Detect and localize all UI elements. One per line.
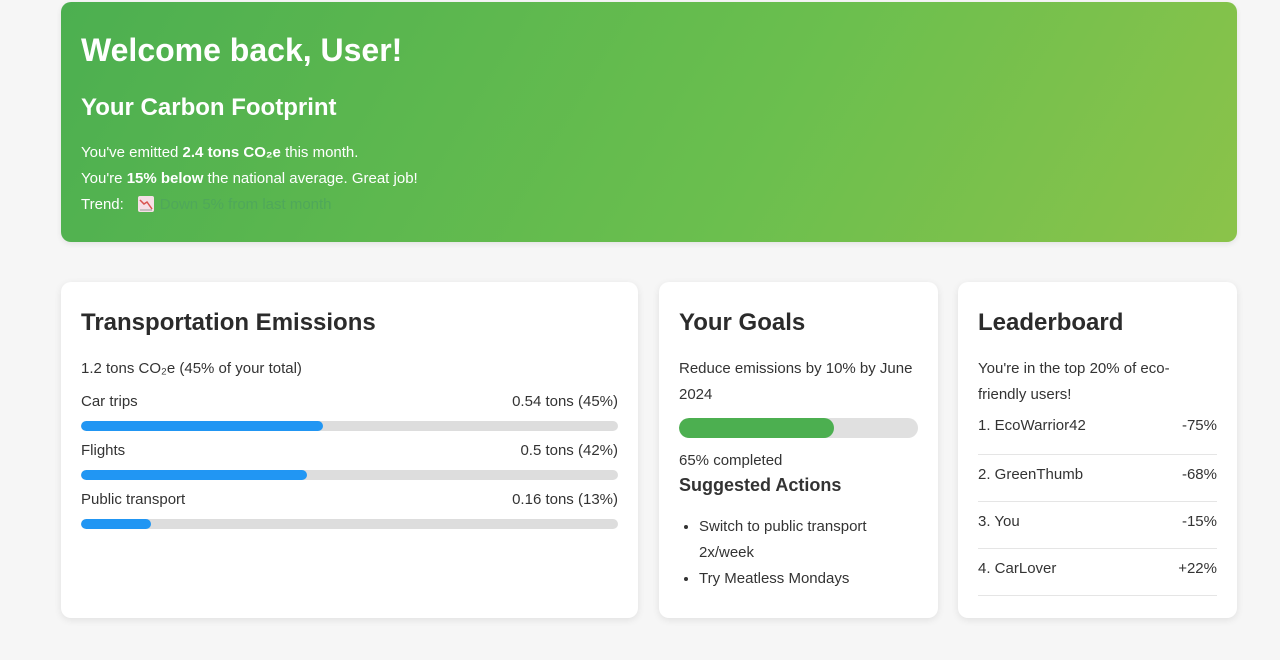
- goal-description: Reduce emissions by 10% by June 2024: [679, 360, 913, 403]
- goal-progress-bar: [679, 418, 918, 438]
- card-title: Transportation Emissions: [81, 309, 376, 336]
- leaderboard-row: 1. EcoWarrior42 -75%: [978, 408, 1217, 455]
- emission-row-flights: Flights 0.5 tons (42%): [81, 441, 618, 480]
- emission-label: Flights: [81, 442, 126, 459]
- average-line: You're 15% below the national average. G…: [81, 170, 418, 187]
- transport-total: 1.2 tons CO₂e (45% of your total): [81, 360, 302, 377]
- trend-line: Trend: Down 5% from last month: [81, 192, 1217, 218]
- transportation-emissions-card: Transportation Emissions 1.2 tons CO₂e (…: [61, 282, 638, 618]
- emission-bar: [81, 421, 618, 431]
- goal-completed-text: 65% completed: [679, 452, 783, 469]
- leaderboard-row: 4. CarLover +22%: [978, 549, 1217, 596]
- emission-value: 0.54 tons (45%): [512, 393, 618, 410]
- leaderboard-intro: You're in the top 20% of eco-friendly us…: [978, 360, 1170, 403]
- list-item: Switch to public transport 2x/week: [699, 514, 918, 566]
- trend-label: Trend:: [81, 196, 124, 213]
- leaderboard-name: 2. GreenThumb: [978, 466, 1084, 483]
- emission-value: 0.5 tons (42%): [520, 442, 618, 459]
- emission-bar-fill: [81, 421, 323, 431]
- card-title: Your Goals: [679, 309, 806, 336]
- leaderboard-change: -15%: [1181, 513, 1217, 530]
- leaderboard-card: Leaderboard You're in the top 20% of eco…: [958, 282, 1237, 618]
- emission-bar: [81, 519, 618, 529]
- list-item: Try Meatless Mondays: [699, 566, 918, 592]
- emissions-line: You've emitted 2.4 tons CO₂e this month.: [81, 144, 359, 161]
- emission-row-public-transport: Public transport 0.16 tons (13%): [81, 490, 618, 529]
- emission-value: 0.16 tons (13%): [512, 491, 618, 508]
- emission-bar: [81, 470, 618, 480]
- emission-row-car: Car trips 0.54 tons (45%): [81, 392, 618, 431]
- suggested-actions-list: Switch to public transport 2x/week Try M…: [679, 514, 918, 592]
- emission-label: Public transport: [81, 491, 186, 508]
- emission-bar-fill: [81, 519, 151, 529]
- leaderboard-name: 4. CarLover: [978, 560, 1057, 577]
- welcome-heading: Welcome back, User!: [81, 32, 403, 68]
- goals-card: Your Goals Reduce emissions by 10% by Ju…: [659, 282, 938, 618]
- footprint-heading: Your Carbon Footprint: [81, 94, 337, 121]
- leaderboard-change: -68%: [1181, 466, 1217, 483]
- emission-bar-fill: [81, 470, 307, 480]
- leaderboard-change: -75%: [1181, 417, 1217, 434]
- leaderboard-row: 2. GreenThumb -68%: [978, 455, 1217, 502]
- emission-label: Car trips: [81, 393, 138, 410]
- leaderboard-row: 3. You -15%: [978, 502, 1217, 549]
- chart-decreasing-icon: [137, 196, 154, 212]
- card-title: Leaderboard: [978, 309, 1124, 336]
- suggested-actions-heading: Suggested Actions: [679, 475, 842, 495]
- leaderboard-name: 3. You: [978, 513, 1020, 530]
- footprint-summary: You've emitted 2.4 tons CO₂e this month.…: [81, 140, 1217, 218]
- below-average-value: 15% below: [126, 170, 204, 187]
- welcome-banner: Welcome back, User! Your Carbon Footprin…: [61, 2, 1237, 242]
- emissions-value: 2.4 tons CO₂e: [182, 144, 281, 161]
- trend-text: Down 5% from last month: [159, 196, 332, 213]
- leaderboard-change: +22%: [1178, 560, 1217, 577]
- goal-progress-fill: [679, 418, 835, 438]
- leaderboard-name: 1. EcoWarrior42: [978, 417, 1086, 434]
